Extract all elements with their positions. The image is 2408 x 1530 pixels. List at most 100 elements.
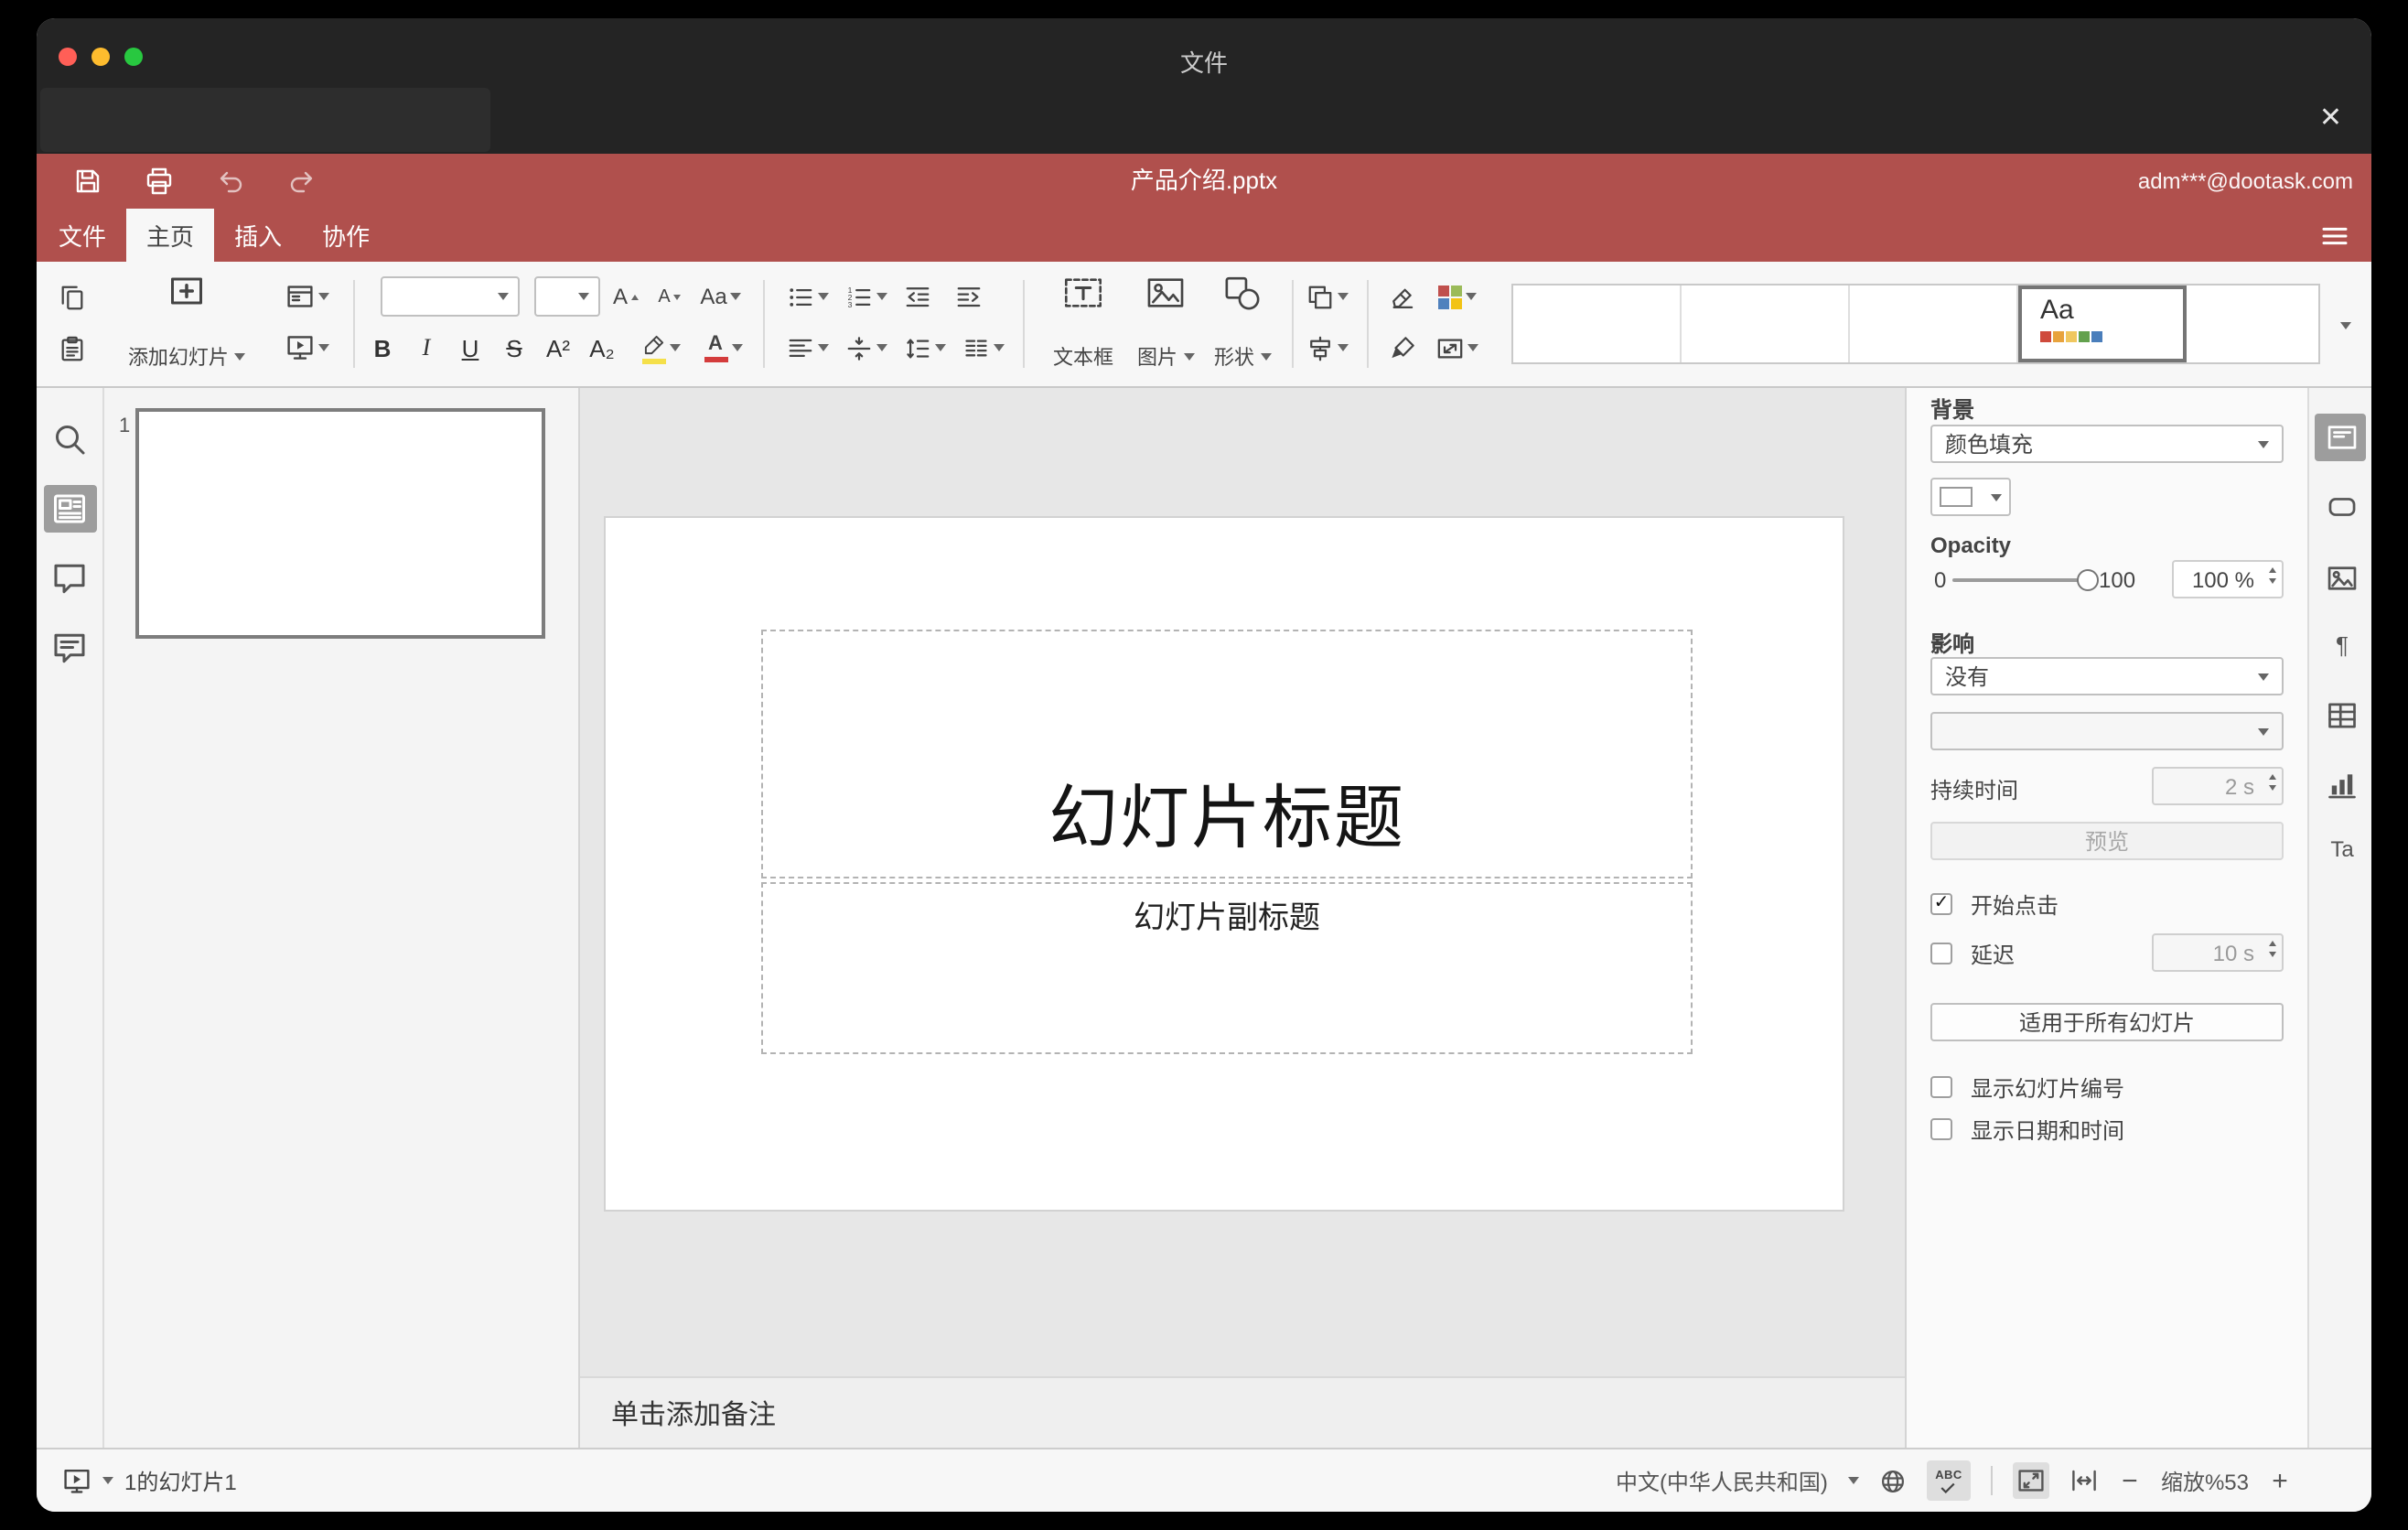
change-case-button[interactable]: Aa <box>693 276 748 317</box>
spellcheck-button[interactable]: ABC <box>1926 1460 1971 1501</box>
increase-indent-button[interactable] <box>950 276 986 317</box>
color-scheme-button[interactable] <box>1427 276 1486 317</box>
fit-width-icon[interactable] <box>2069 1466 2099 1495</box>
subscript-button[interactable]: A₂ <box>582 328 622 368</box>
theme-tile[interactable] <box>2187 286 2318 362</box>
slide-size-button[interactable] <box>1427 328 1486 368</box>
show-slide-number-checkbox[interactable] <box>1930 1076 1952 1098</box>
highlight-pen-icon <box>641 332 665 356</box>
background-fill-select[interactable]: 颜色填充 <box>1930 425 2284 463</box>
language-label[interactable]: 中文(中华人民共和国) <box>1616 1465 1828 1496</box>
vertical-align-button[interactable] <box>840 328 891 368</box>
strikethrough-button[interactable]: S <box>494 328 534 368</box>
fit-slide-button[interactable] <box>2012 1462 2049 1499</box>
paste-button[interactable] <box>51 328 91 368</box>
table-settings-icon[interactable] <box>2326 699 2359 732</box>
tab-home[interactable]: 主页 <box>126 209 215 262</box>
font-size-combo[interactable] <box>534 276 600 317</box>
title-placeholder[interactable]: 幻灯片标题 <box>761 630 1693 878</box>
line-spacing-button[interactable] <box>898 328 950 368</box>
zoom-in-button[interactable]: + <box>2269 1465 2291 1496</box>
tab-file[interactable]: 文件 <box>38 209 126 262</box>
spinner-arrows[interactable] <box>2269 774 2276 791</box>
copy-button[interactable] <box>51 276 91 317</box>
opacity-slider-knob[interactable] <box>2077 569 2099 591</box>
paste-icon <box>58 334 85 361</box>
numbered-list-button[interactable]: 123 <box>840 276 891 317</box>
underline-button[interactable]: U <box>450 328 490 368</box>
background-section-label: 背景 <box>1930 397 1975 423</box>
decrease-indent-button[interactable] <box>898 276 935 317</box>
bold-button[interactable]: B <box>362 328 403 368</box>
insert-textbox-button[interactable]: 文本框 <box>1041 269 1125 379</box>
slide-settings-icon[interactable] <box>2326 421 2359 454</box>
menu-icon[interactable] <box>2320 221 2349 251</box>
chevron-down-icon[interactable] <box>1847 1477 1859 1484</box>
chevron-down-icon <box>993 344 1004 351</box>
increase-font-button[interactable]: A <box>607 276 644 317</box>
italic-button[interactable]: I <box>406 328 446 368</box>
add-slide-button[interactable]: 添加幻灯片 <box>124 269 249 379</box>
textbox-icon <box>1063 273 1103 313</box>
background-color-picker[interactable] <box>1930 478 2011 516</box>
theme-tile-selected[interactable]: Aa <box>2018 286 2187 362</box>
zoom-out-button[interactable]: − <box>2119 1465 2141 1496</box>
highlight-color-button[interactable] <box>633 328 688 368</box>
chart-settings-icon[interactable] <box>2326 769 2359 802</box>
slide[interactable]: 幻灯片标题 幻灯片副标题 <box>604 516 1844 1212</box>
tab-insert[interactable]: 插入 <box>214 209 302 262</box>
theme-tile[interactable] <box>1682 286 1850 362</box>
notes-area[interactable]: 单击添加备注 <box>580 1376 1905 1448</box>
start-slideshow-button[interactable] <box>280 328 335 368</box>
slide-thumbnail[interactable] <box>135 408 545 639</box>
slide-settings-panel: 背景 颜色填充 Opacity 0 100 100 % 影响 没有 持续时间 2… <box>1905 388 2307 1448</box>
close-dialog-button[interactable]: ✕ <box>2319 103 2342 134</box>
copy-style-button[interactable] <box>1383 328 1420 368</box>
image-settings-icon[interactable] <box>2326 562 2359 595</box>
theme-tile[interactable] <box>1850 286 2018 362</box>
delay-checkbox[interactable] <box>1930 943 1952 964</box>
tab-collaboration[interactable]: 协作 <box>302 209 390 262</box>
subtitle-placeholder[interactable]: 幻灯片副标题 <box>761 882 1693 1054</box>
delay-input[interactable]: 10 s <box>2152 933 2284 972</box>
opacity-slider-track[interactable] <box>1952 578 2091 582</box>
superscript-button[interactable]: A² <box>538 328 578 368</box>
chevron-down-icon <box>2340 322 2351 329</box>
horizontal-align-button[interactable] <box>781 328 833 368</box>
align-shapes-button[interactable] <box>1299 328 1354 368</box>
slide-layout-button[interactable] <box>280 276 335 317</box>
preview-button[interactable]: 预览 <box>1930 822 2284 860</box>
theme-gallery-expand-button[interactable] <box>2327 306 2364 346</box>
bullet-list-button[interactable] <box>781 276 833 317</box>
clear-style-button[interactable] <box>1383 276 1420 317</box>
spinner-arrows[interactable] <box>2269 941 2276 957</box>
columns-button[interactable] <box>957 328 1008 368</box>
textart-settings-icon[interactable]: Ta <box>2326 836 2359 862</box>
paragraph-settings-icon[interactable]: ¶ <box>2326 631 2359 659</box>
slides-panel-icon[interactable] <box>51 490 88 527</box>
bullet-list-icon <box>786 283 813 310</box>
decrease-font-button[interactable]: A <box>651 276 688 317</box>
theme-tile[interactable] <box>1513 286 1682 362</box>
globe-icon[interactable] <box>1879 1467 1907 1494</box>
show-date-time-checkbox[interactable] <box>1930 1118 1952 1140</box>
comments-icon[interactable] <box>51 560 88 597</box>
font-name-combo[interactable] <box>381 276 520 317</box>
spinner-arrows[interactable] <box>2269 567 2276 584</box>
chat-icon[interactable] <box>51 630 88 666</box>
arrange-shapes-button[interactable] <box>1299 276 1354 317</box>
shape-settings-icon[interactable] <box>2326 490 2359 523</box>
font-color-button[interactable]: A <box>695 328 750 368</box>
opacity-value-input[interactable]: 100 % <box>2172 560 2284 598</box>
duration-input[interactable]: 2 s <box>2152 767 2284 805</box>
search-icon[interactable] <box>51 421 88 458</box>
insert-image-button[interactable]: 图片 <box>1129 269 1202 379</box>
insert-shape-button[interactable]: 形状 <box>1206 269 1279 379</box>
apply-to-all-slides-button[interactable]: 适用于所有幻灯片 <box>1930 1003 2284 1041</box>
transition-effect-select[interactable]: 没有 <box>1930 657 2284 695</box>
start-slideshow-footer-icon[interactable] <box>62 1466 91 1495</box>
transition-variant-select[interactable] <box>1930 712 2284 750</box>
start-on-click-checkbox[interactable]: ✓ <box>1930 893 1952 915</box>
start-on-click-label: 开始点击 <box>1971 892 2059 918</box>
chevron-down-icon[interactable] <box>102 1477 113 1484</box>
